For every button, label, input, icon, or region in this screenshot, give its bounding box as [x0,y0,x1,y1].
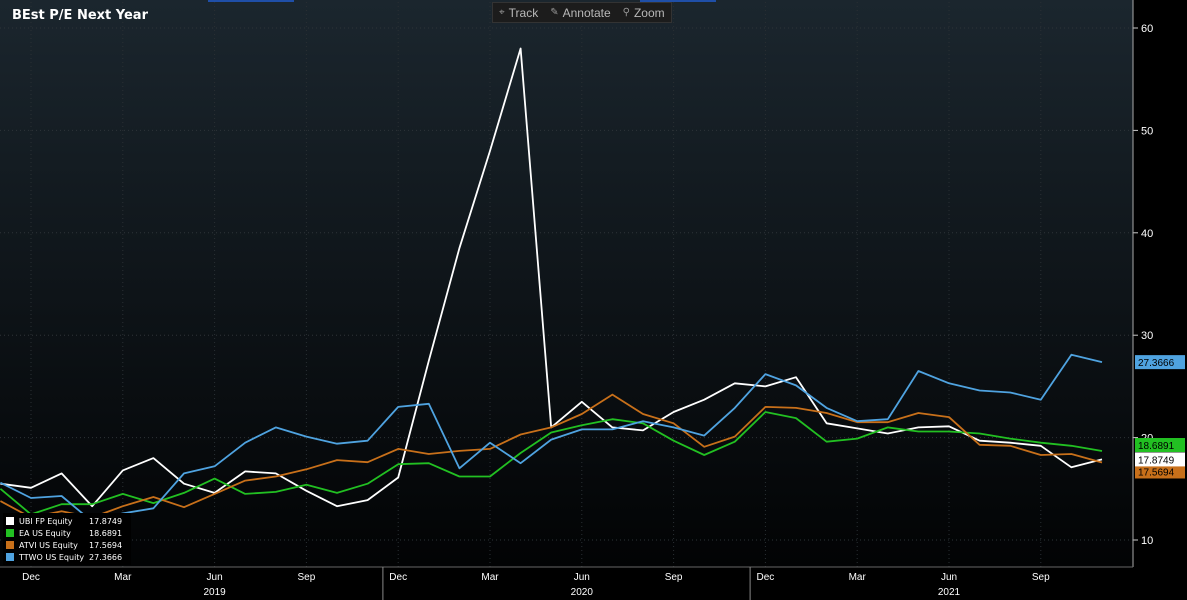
zoom-label: Zoom [633,5,665,20]
legend-item: UBI FP Equity 17.8749 [6,515,128,527]
x-tick-label: Jun [574,572,590,583]
zoom-button[interactable]: ⚲ Zoom [617,3,671,22]
legend-swatch [6,553,14,561]
x-tick-label: Mar [481,572,499,583]
x-tick-label: Sep [665,572,683,583]
chart-title: BEst P/E Next Year [12,8,148,23]
y-tick-label: 50 [1141,125,1153,137]
x-tick-label: Sep [298,572,316,583]
legend-swatch [6,541,14,549]
legend-series-value: 17.5694 [89,540,123,550]
legend-series-name: TTWO US Equity [19,552,85,562]
legend-swatch [6,529,14,537]
last-value-label: 17.8749 [1138,455,1175,466]
x-tick-label: Mar [114,572,132,583]
legend-series-name: EA US Equity [19,528,71,538]
last-value-label: 18.6891 [1138,441,1175,452]
legend-swatch [6,517,14,525]
x-tick-label: Jun [941,572,957,583]
plot-background [0,0,1133,567]
x-tick-label: Jun [207,572,223,583]
year-label: 2019 [203,587,226,598]
annotate-button[interactable]: ✎ Annotate [544,3,616,22]
legend-series-value: 27.3666 [89,552,123,562]
y-tick-label: 30 [1141,330,1153,342]
x-tick-label: Sep [1032,572,1050,583]
legend-series-value: 17.8749 [89,516,123,526]
legend-series-value: 18.6891 [89,528,123,538]
track-button[interactable]: ⌖ Track [493,3,544,22]
legend-item: EA US Equity 18.6891 [6,527,128,539]
legend: UBI FP Equity 17.8749 EA US Equity 18.68… [3,513,131,565]
magnifier-icon: ⚲ [622,7,630,18]
x-tick-label: Dec [22,572,40,583]
x-tick-label: Dec [757,572,775,583]
pencil-icon: ✎ [550,7,559,18]
x-tick-label: Dec [389,572,407,583]
chart: 102030405060DecMarJunSepDecMarJunSepDecM… [0,0,1185,600]
y-tick-label: 10 [1141,535,1153,547]
year-label: 2020 [571,587,594,598]
legend-series-name: ATVI US Equity [19,540,78,550]
x-tick-label: Mar [849,572,867,583]
track-label: Track [508,5,539,20]
top-accent-bar [208,0,294,2]
legend-item: TTWO US Equity 27.3666 [6,551,128,563]
year-label: 2021 [938,587,961,598]
chart-toolbar: ⌖ Track ✎ Annotate ⚲ Zoom [492,2,672,23]
last-value-label: 17.5694 [1138,467,1175,478]
legend-series-name: UBI FP Equity [19,516,73,526]
y-tick-label: 60 [1141,23,1153,35]
crosshair-icon: ⌖ [499,7,505,18]
last-value-label: 27.3666 [1138,358,1175,369]
y-tick-label: 40 [1141,228,1153,240]
annotate-label: Annotate [562,5,611,20]
legend-item: ATVI US Equity 17.5694 [6,539,128,551]
